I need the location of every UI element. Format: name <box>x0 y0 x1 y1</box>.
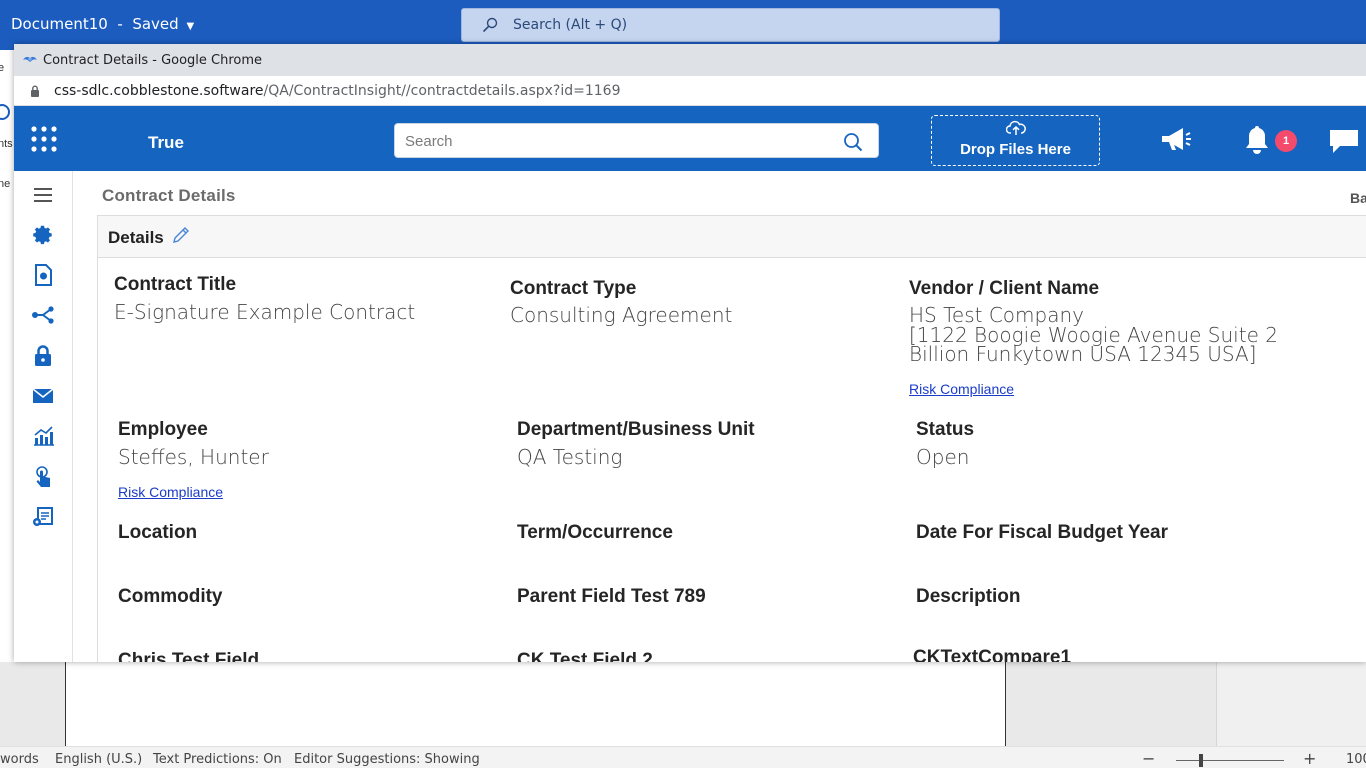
contract-doc-icon[interactable] <box>31 263 55 287</box>
mail-icon[interactable] <box>31 384 55 408</box>
contract-type-label: Contract Type <box>510 278 637 299</box>
text-predictions-status[interactable]: Text Predictions: On <box>153 752 282 767</box>
document-name: Document10 <box>11 15 108 33</box>
vendor-address-line: Billion Funkytown USA 12345 USA] <box>909 342 1257 366</box>
ck-text-compare-label: CKTextCompare1 <box>913 647 1072 662</box>
sidebar-nav <box>14 171 73 662</box>
contract-type-value: Consulting Agreement <box>510 303 733 327</box>
word-search-placeholder: Search (Alt + Q) <box>513 17 628 33</box>
url-path: /QA/ContractInsight//contractdetails.asp… <box>263 83 621 99</box>
reports-chart-icon[interactable] <box>31 424 55 448</box>
status-label: Status <box>916 419 975 440</box>
word-ribbon-edge: e nts ne <box>0 50 15 662</box>
ribbon-edge-text: ne <box>0 178 11 190</box>
gear-icon[interactable] <box>31 223 55 247</box>
chrome-title-bar: Contract Details - Google Chrome <box>14 44 1366 76</box>
search-icon <box>482 17 498 33</box>
vendor-name-value: HS Test Company <box>909 303 1084 327</box>
chrome-address-bar[interactable]: css-sdlc.cobblestone.software/QA/Contrac… <box>14 76 1366 106</box>
zoom-in-button[interactable]: + <box>1303 749 1316 768</box>
commodity-label: Commodity <box>118 586 223 607</box>
chat-icon[interactable] <box>1328 127 1360 155</box>
details-heading: Details <box>108 228 164 247</box>
workflow-icon[interactable] <box>31 303 55 327</box>
lock-icon[interactable] <box>30 85 40 97</box>
word-status-bar: words English (U.S.) Text Predictions: O… <box>0 746 1366 768</box>
hamburger-icon[interactable] <box>31 183 55 207</box>
vendor-risk-compliance-link[interactable]: Risk Compliance <box>909 381 1014 397</box>
contract-title-label: Contract Title <box>114 274 237 295</box>
app-grid-icon[interactable] <box>31 126 57 152</box>
title-separator: - <box>112 15 128 33</box>
ribbon-edge-icon <box>0 104 10 120</box>
details-panel: Details Contract Title E-Signature Examp… <box>97 215 1366 662</box>
word-count[interactable]: words <box>0 752 39 767</box>
app-header: True Drop Files Here 1 <box>14 106 1366 171</box>
ribbon-edge-text: nts <box>0 138 13 150</box>
ribbon-edge-text: e <box>0 62 5 74</box>
cobblestone-favicon-icon <box>23 56 37 62</box>
parent-field-label: Parent Field Test 789 <box>517 586 706 607</box>
chris-test-field-label: Chris Test Field <box>118 650 260 662</box>
editor-suggestions-status[interactable]: Editor Suggestions: Showing <box>294 752 480 767</box>
app-search-box[interactable] <box>394 123 879 158</box>
zoom-out-button[interactable]: − <box>1142 749 1155 768</box>
cloud-upload-icon <box>1006 120 1026 135</box>
app-label: True <box>148 133 184 152</box>
employee-label: Employee <box>118 419 208 440</box>
bell-icon[interactable] <box>1243 124 1271 154</box>
zoom-slider-thumb[interactable] <box>1199 754 1203 767</box>
location-label: Location <box>118 522 198 543</box>
chevron-down-icon: ▼ <box>186 21 195 32</box>
department-value: QA Testing <box>517 445 623 469</box>
edit-pencil-icon[interactable] <box>172 226 190 244</box>
touch-icon[interactable] <box>31 465 55 489</box>
word-title-bar: Document10 - Saved ▼ Search (Alt + Q) <box>0 0 1366 50</box>
department-label: Department/Business Unit <box>517 419 755 440</box>
word-document-title[interactable]: Document10 - Saved ▼ <box>11 15 194 33</box>
ck-test-field-2-label: CK Test Field 2 <box>517 650 653 662</box>
term-occurrence-label: Term/Occurrence <box>517 522 673 543</box>
main-content: Contract Details Ba Details Contract Tit… <box>73 171 1366 662</box>
contract-title-value: E-Signature Example Contract <box>114 300 416 324</box>
saved-status: Saved <box>132 15 179 33</box>
back-button[interactable]: Ba <box>1350 190 1366 206</box>
chrome-window-title: Contract Details - Google Chrome <box>43 53 263 68</box>
employee-value: Steffes, Hunter <box>118 445 269 469</box>
zoom-level[interactable]: 100 <box>1346 752 1366 767</box>
drop-files-label: Drop Files Here <box>960 141 1071 158</box>
chrome-window: Contract Details - Google Chrome css-sdl… <box>14 44 1366 662</box>
status-value: Open <box>916 445 970 469</box>
details-panel-header: Details <box>98 216 1366 258</box>
document-settings-icon[interactable] <box>31 505 55 529</box>
url-host: css-sdlc.cobblestone.software <box>54 83 264 99</box>
language-status[interactable]: English (U.S.) <box>55 752 142 767</box>
word-document-page[interactable] <box>65 662 1006 746</box>
zoom-slider-track[interactable] <box>1176 760 1284 761</box>
page-title: Contract Details <box>102 186 236 205</box>
word-side-pane <box>1216 662 1366 746</box>
employee-risk-compliance-link[interactable]: Risk Compliance <box>118 484 223 500</box>
vendor-client-label: Vendor / Client Name <box>909 278 1100 299</box>
megaphone-icon[interactable] <box>1159 125 1193 153</box>
search-icon[interactable] <box>843 132 863 152</box>
app-search-input[interactable] <box>405 131 825 151</box>
lock-icon[interactable] <box>31 344 55 368</box>
description-label: Description <box>916 586 1021 607</box>
fiscal-budget-year-label: Date For Fiscal Budget Year <box>916 522 1169 543</box>
word-search-box[interactable]: Search (Alt + Q) <box>461 8 1000 42</box>
drop-files-zone[interactable]: Drop Files Here <box>931 115 1100 166</box>
notification-badge[interactable]: 1 <box>1275 130 1297 152</box>
url-text[interactable]: css-sdlc.cobblestone.software/QA/Contrac… <box>54 83 621 99</box>
